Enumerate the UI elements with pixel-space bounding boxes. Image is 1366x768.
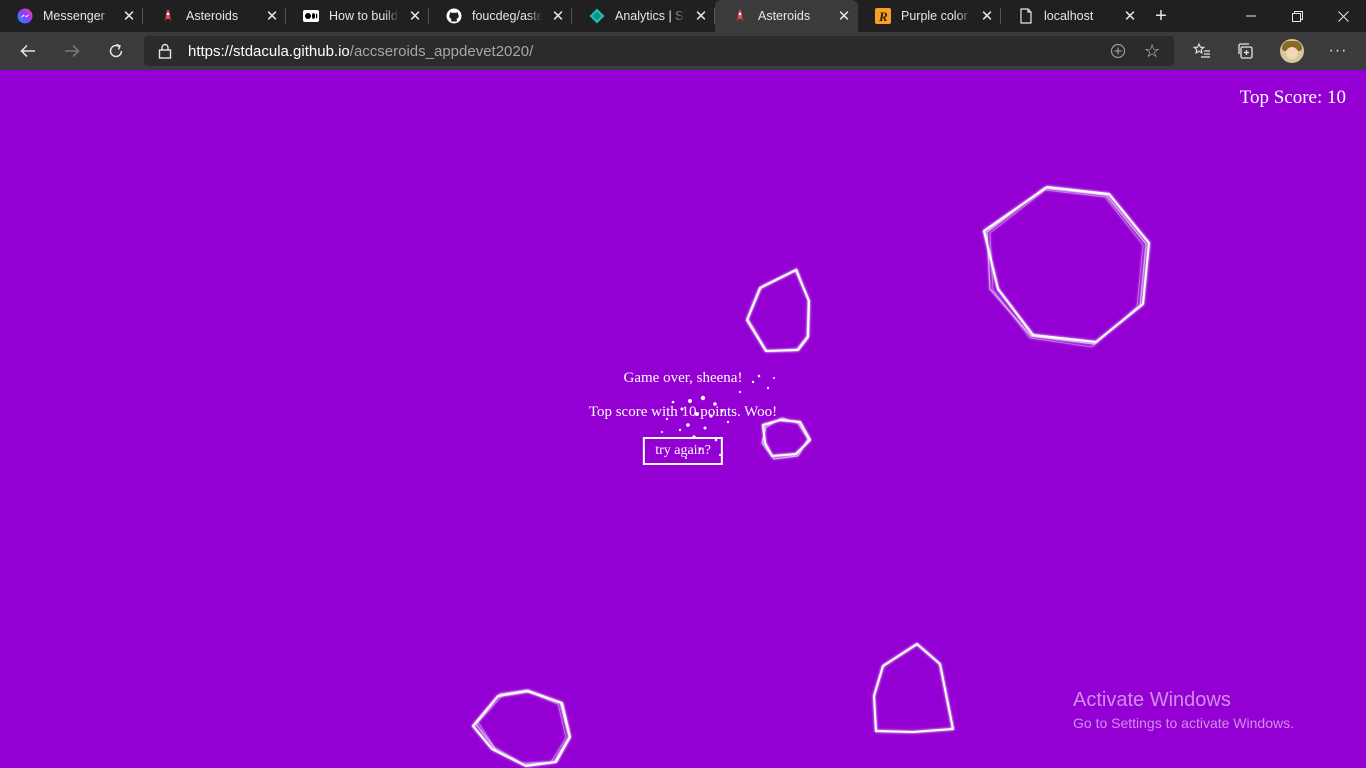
tab-label: How to build a	[329, 9, 399, 23]
add-page-icon[interactable]	[1110, 43, 1126, 59]
game-over-panel: Game over, sheena! Top score with 10 poi…	[589, 370, 777, 465]
forward-button[interactable]	[56, 35, 88, 67]
watermark-title: Activate Windows	[1073, 689, 1231, 711]
favorites-list-icon	[1193, 42, 1210, 58]
tab-label: Purple color c	[901, 9, 971, 23]
game-over-message: Game over, sheena!	[623, 370, 743, 386]
tab-label: foucdeg/asteroids	[472, 9, 542, 23]
url-host: https://stdacula.github.io	[188, 43, 350, 60]
try-again-button[interactable]: try again?	[643, 437, 723, 465]
settings-more-button[interactable]: ···	[1322, 35, 1354, 67]
close-icon[interactable]: ✕	[977, 6, 997, 26]
tab-asteroids[interactable]: Asteroids ✕	[143, 0, 286, 32]
medium-icon	[303, 10, 319, 22]
back-arrow-icon	[20, 44, 35, 58]
close-window-icon[interactable]	[1320, 0, 1366, 32]
final-score-message: Top score with 10 points. Woo!	[588, 404, 778, 420]
r-logo-icon: R	[875, 8, 891, 24]
lock-icon	[158, 43, 172, 59]
rocket-icon	[164, 9, 172, 21]
close-icon[interactable]: ✕	[1120, 6, 1140, 26]
asteroid-large	[982, 185, 1151, 348]
document-icon	[1020, 8, 1032, 24]
rocket-icon	[736, 9, 744, 21]
refresh-icon	[109, 43, 123, 58]
tab-messenger[interactable]: Messenger ✕	[0, 0, 143, 32]
asteroid-medium	[745, 268, 811, 353]
tab-asteroids-active[interactable]: Asteroids ✕	[715, 0, 858, 32]
more-dots-icon: ···	[1328, 42, 1348, 59]
window-controls	[1228, 0, 1366, 32]
browser-toolbar: https://stdacula.github.io/accseroids_ap…	[0, 32, 1366, 70]
back-button[interactable]	[12, 35, 44, 67]
tab-label: Asteroids	[186, 9, 239, 23]
tab-how-to-build[interactable]: How to build a ✕	[286, 0, 429, 32]
tab-label: Asteroids	[758, 9, 811, 23]
watermark-subtitle: Go to Settings to activate Windows.	[1073, 715, 1294, 731]
close-icon[interactable]: ✕	[691, 6, 711, 26]
tab-purple-color[interactable]: R Purple color c ✕	[858, 0, 1001, 32]
forward-arrow-icon	[65, 44, 80, 58]
close-icon[interactable]: ✕	[262, 6, 282, 26]
tab-label: Messenger	[43, 9, 105, 23]
close-icon[interactable]: ✕	[119, 6, 139, 26]
avatar-face	[1286, 47, 1298, 59]
activate-windows-watermark: Activate Windows Go to Settings to activ…	[1073, 689, 1294, 731]
asteroid-bottom-left	[471, 689, 572, 768]
svg-text:R: R	[878, 9, 888, 24]
github-icon	[446, 8, 462, 24]
refresh-button[interactable]	[100, 35, 132, 67]
top-score-display: Top Score: 10	[1239, 87, 1346, 108]
tab-strip: Messenger ✕ Asteroids ✕ How to build a ✕…	[0, 0, 1366, 32]
messenger-icon	[17, 8, 33, 24]
restore-icon[interactable]	[1274, 0, 1320, 32]
analytics-icon	[589, 8, 605, 24]
collections-button[interactable]	[1230, 35, 1262, 67]
close-icon[interactable]: ✕	[834, 6, 854, 26]
url-text[interactable]: https://stdacula.github.io/accseroids_ap…	[188, 43, 533, 60]
new-tab-button[interactable]: +	[1146, 0, 1176, 32]
favorite-star-icon[interactable]: ☆	[1144, 41, 1160, 62]
asteroid-bottom-middle	[872, 642, 955, 734]
close-icon[interactable]: ✕	[405, 6, 425, 26]
tab-analytics[interactable]: Analytics | Site ✕	[572, 0, 715, 32]
url-path: /accseroids_appdevet2020/	[349, 43, 534, 60]
tab-label: Analytics | Site	[615, 9, 685, 23]
profile-avatar[interactable]	[1280, 39, 1304, 63]
close-icon[interactable]: ✕	[548, 6, 568, 26]
tab-localhost[interactable]: localhost ✕	[1001, 0, 1144, 32]
tab-github[interactable]: foucdeg/asteroids ✕	[429, 0, 572, 32]
address-bar[interactable]: https://stdacula.github.io/accseroids_ap…	[144, 36, 1174, 66]
game-canvas[interactable]: Top Score: 10 Game over, sheena! Top sco…	[0, 70, 1366, 768]
tab-label: localhost	[1044, 9, 1094, 23]
favorites-button[interactable]	[1186, 35, 1218, 67]
minimize-icon[interactable]	[1228, 0, 1274, 32]
collections-icon	[1238, 43, 1253, 59]
